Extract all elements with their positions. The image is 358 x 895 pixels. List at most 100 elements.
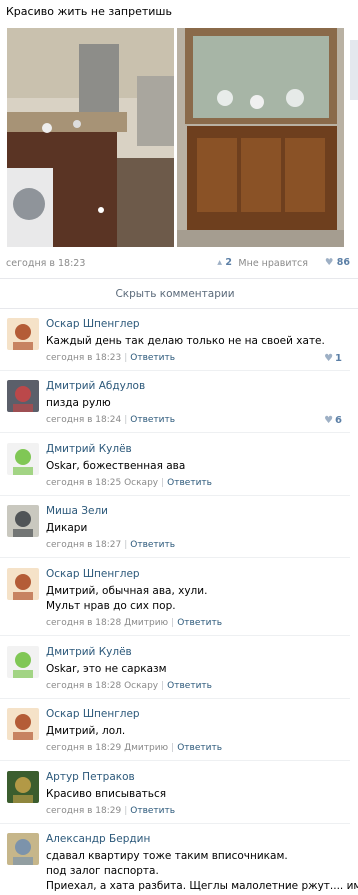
comment-author[interactable]: Дмитрий Абдулов — [46, 380, 145, 392]
comment-meta: сегодня в 18:27 | Ответить — [46, 540, 175, 550]
comment-text-line: Дикари — [46, 522, 88, 534]
comment-date[interactable]: сегодня в 18:24 — [46, 415, 121, 425]
comment-meta: сегодня в 18:28 Дмитрию | Ответить — [46, 618, 222, 628]
like-button[interactable]: ♥ 86 — [325, 257, 350, 268]
comment-text-line: Дмитрий, лол. — [46, 725, 126, 737]
reply-button[interactable]: Ответить — [130, 353, 175, 363]
comment-text-line: Oskar, божественная ава — [46, 460, 186, 472]
avatar[interactable] — [7, 771, 39, 803]
comment-author[interactable]: Оскар Шпенглер — [46, 708, 140, 720]
post-meta: сегодня в 18:23 ▴ 2 Мне нравится ♥ 86 — [6, 257, 350, 271]
hide-comments-link[interactable]: Скрыть комментарии — [0, 288, 350, 300]
comment-date[interactable]: сегодня в 18:25 — [46, 478, 121, 488]
repost-count: 2 — [225, 257, 232, 268]
comment-date[interactable]: сегодня в 18:29 — [46, 806, 121, 816]
comment-meta: сегодня в 18:23 | Ответить — [46, 353, 175, 363]
post-date[interactable]: сегодня в 18:23 — [6, 258, 85, 269]
comment-author[interactable]: Оскар Шпенглер — [46, 568, 140, 580]
avatar[interactable] — [7, 646, 39, 678]
comment-author[interactable]: Оскар Шпенглер — [46, 318, 140, 330]
divider — [0, 278, 358, 279]
divider — [0, 308, 358, 309]
scrollbar[interactable] — [350, 40, 358, 100]
separator: | — [124, 540, 128, 550]
comment-divider — [0, 370, 350, 371]
comment-author[interactable]: Дмитрий Кулёв — [46, 646, 132, 658]
comment-text: Красиво вписываться — [46, 787, 166, 802]
cabinet-photo-image — [177, 28, 344, 247]
avatar[interactable] — [7, 443, 39, 475]
post-text: Красиво жить не запретишь — [6, 5, 172, 18]
comment-date[interactable]: сегодня в 18:28 — [46, 681, 121, 691]
comment-text: Дикари — [46, 521, 87, 536]
kitchen-photo-image — [7, 28, 174, 247]
comment-meta: сегодня в 18:24 | Ответить — [46, 415, 175, 425]
avatar[interactable] — [7, 833, 39, 865]
comment-divider — [0, 495, 350, 496]
heart-icon: ♥ — [324, 353, 334, 364]
comment-meta: сегодня в 18:28 Оскару | Ответить — [46, 681, 212, 691]
comment-divider — [0, 432, 350, 433]
comment-text: Oskar, это не сарказм — [46, 662, 167, 677]
comment-divider — [0, 635, 350, 636]
comment-text: Дмитрий, лол. — [46, 724, 125, 739]
comment-divider — [0, 698, 350, 699]
reply-button[interactable]: Ответить — [167, 681, 212, 691]
comment-text: Дмитрий, обычная ава, хули. Мульт нрав до… — [46, 584, 207, 614]
post-photo-cabinet[interactable] — [177, 28, 344, 247]
comment-author[interactable]: Артур Петраков — [46, 771, 135, 783]
comment-text: пизда рулю — [46, 396, 111, 411]
like-label[interactable]: Мне нравится — [238, 258, 308, 269]
separator: | — [161, 681, 165, 691]
reply-button[interactable]: Ответить — [177, 618, 222, 628]
separator: | — [171, 618, 175, 628]
comment-text-line: Мульт нрав до сих пор. — [46, 600, 176, 612]
comment-text: Oskar, божественная ава — [46, 459, 185, 474]
separator: | — [124, 806, 128, 816]
separator: | — [124, 415, 128, 425]
reply-button[interactable]: Ответить — [130, 540, 175, 550]
comment-text: сдавал квартиру тоже таким вписочникам. п… — [46, 849, 358, 894]
comment-reply-to[interactable]: Дмитрию — [121, 743, 168, 753]
comment-text-line: Красиво вписываться — [46, 788, 167, 800]
comment-divider — [0, 557, 350, 558]
comment-author[interactable]: Александр Бердин — [46, 833, 150, 845]
comment-reply-to[interactable]: Оскару — [121, 681, 158, 691]
avatar[interactable] — [7, 380, 39, 412]
comment-text-line: под залог паспорта. — [46, 865, 159, 877]
comment-like-button[interactable]: ♥ 6 — [324, 415, 342, 426]
avatar[interactable] — [7, 708, 39, 740]
heart-icon: ♥ — [324, 257, 334, 268]
comment-author[interactable]: Миша Зели — [46, 505, 108, 517]
avatar[interactable] — [7, 568, 39, 600]
repost-button[interactable]: ▴ 2 — [217, 257, 232, 268]
comment-meta: сегодня в 18:29 Дмитрию | Ответить — [46, 743, 222, 753]
reply-button[interactable]: Ответить — [130, 806, 175, 816]
comment-reply-to[interactable]: Оскару — [121, 478, 158, 488]
post-photo-kitchen[interactable] — [7, 28, 174, 247]
comment-text-line: Дмитрий, обычная ава, хули. — [46, 585, 208, 597]
comment-text-line: Каждый день так делаю только не на своей… — [46, 335, 325, 347]
avatar[interactable] — [7, 318, 39, 350]
comment-meta: сегодня в 18:29 | Ответить — [46, 806, 175, 816]
comment-date[interactable]: сегодня в 18:23 — [46, 353, 121, 363]
separator: | — [171, 743, 175, 753]
comment-author[interactable]: Дмитрий Кулёв — [46, 443, 132, 455]
separator: | — [124, 353, 128, 363]
comment-date[interactable]: сегодня в 18:29 — [46, 743, 121, 753]
separator: | — [161, 478, 165, 488]
comment-text-line: сдавал квартиру тоже таким вписочникам. — [46, 850, 288, 862]
avatar[interactable] — [7, 505, 39, 537]
comment-text: Каждый день так делаю только не на своей… — [46, 334, 325, 349]
reply-button[interactable]: Ответить — [130, 415, 175, 425]
comment-date[interactable]: сегодня в 18:27 — [46, 540, 121, 550]
comment-text-line: Oskar, это не сарказм — [46, 663, 167, 675]
reply-button[interactable]: Ответить — [177, 743, 222, 753]
comment-reply-to[interactable]: Дмитрию — [121, 618, 168, 628]
comment-date[interactable]: сегодня в 18:28 — [46, 618, 121, 628]
like-count: 86 — [336, 257, 350, 268]
comment-like-count: 6 — [335, 415, 342, 426]
comment-like-button[interactable]: ♥ 1 — [324, 353, 342, 364]
reply-button[interactable]: Ответить — [167, 478, 212, 488]
megaphone-icon: ▴ — [217, 257, 223, 268]
